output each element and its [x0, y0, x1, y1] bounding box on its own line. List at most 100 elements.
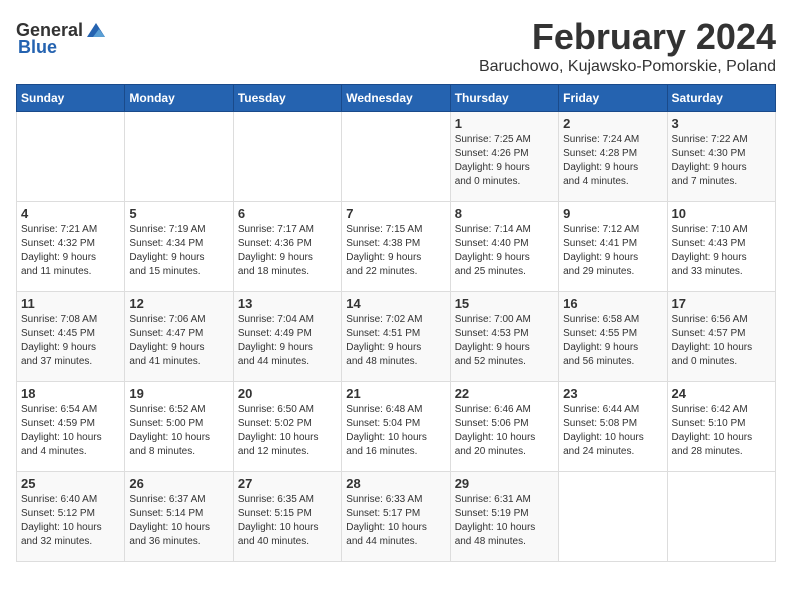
day-cell: 4Sunrise: 7:21 AMSunset: 4:32 PMDaylight… — [17, 202, 125, 292]
header-row: SundayMondayTuesdayWednesdayThursdayFrid… — [17, 85, 776, 112]
day-number: 23 — [563, 386, 662, 401]
day-info: Sunrise: 6:44 AMSunset: 5:08 PMDaylight:… — [563, 403, 662, 459]
day-cell: 27 Sunrise: 6:35 AMSunset: 5:15 PMDayligh… — [233, 472, 341, 562]
day-info: Sunrise: 7:19 AMSunset: 4:34 PMDaylight:… — [129, 223, 228, 279]
day-info: Sunrise: 6:31 AMSunset: 5:19 PMDaylight:… — [455, 493, 554, 549]
day-number: 22 — [455, 386, 554, 401]
day-info: Sunrise: 7:02 AMSunset: 4:51 PMDaylight:… — [346, 313, 445, 369]
week-row-4: 25 Sunrise: 6:40 AMSunset: 5:12 PMDayligh… — [17, 472, 776, 562]
day-info: Sunrise: 7:06 AMSunset: 4:47 PMDaylight:… — [129, 313, 228, 369]
day-number: 9 — [563, 206, 662, 221]
day-number: 12 — [129, 296, 228, 311]
week-row-1: 4Sunrise: 7:21 AMSunset: 4:32 PMDaylight… — [17, 202, 776, 292]
header-cell-saturday: Saturday — [667, 85, 775, 112]
day-info: Sunrise: 7:22 AMSunset: 4:30 PMDaylight:… — [672, 133, 771, 189]
day-cell: 12 Sunrise: 7:06 AMSunset: 4:47 PMDayligh… — [125, 292, 233, 382]
day-number: 13 — [238, 296, 337, 311]
day-info: Sunrise: 7:14 AMSunset: 4:40 PMDaylight:… — [455, 223, 554, 279]
day-cell: 8 Sunrise: 7:14 AMSunset: 4:40 PMDaylight… — [450, 202, 558, 292]
day-info: Sunrise: 6:35 AMSunset: 5:15 PMDaylight:… — [238, 493, 337, 549]
day-info: Sunrise: 6:52 AMSunset: 5:00 PMDaylight:… — [129, 403, 228, 459]
day-number: 21 — [346, 386, 445, 401]
day-cell — [233, 112, 341, 202]
logo-icon — [85, 21, 107, 41]
header-cell-tuesday: Tuesday — [233, 85, 341, 112]
day-number: 17 — [672, 296, 771, 311]
day-number: 24 — [672, 386, 771, 401]
header-cell-friday: Friday — [559, 85, 667, 112]
header-cell-sunday: Sunday — [17, 85, 125, 112]
day-number: 8 — [455, 206, 554, 221]
day-info: Sunrise: 6:56 AMSunset: 4:57 PMDaylight:… — [672, 313, 771, 369]
day-number: 26 — [129, 476, 228, 491]
day-info: Sunrise: 7:08 AMSunset: 4:45 PMDaylight:… — [21, 313, 120, 369]
logo: General Blue — [16, 20, 107, 58]
day-cell — [17, 112, 125, 202]
day-number: 16 — [563, 296, 662, 311]
day-cell: 2Sunrise: 7:24 AMSunset: 4:28 PMDaylight… — [559, 112, 667, 202]
day-cell: 17 Sunrise: 6:56 AMSunset: 4:57 PMDayligh… — [667, 292, 775, 382]
location-subtitle: Baruchowo, Kujawsko-Pomorskie, Poland — [479, 58, 776, 76]
day-cell: 3 Sunrise: 7:22 AMSunset: 4:30 PMDaylight… — [667, 112, 775, 202]
day-number: 18 — [21, 386, 120, 401]
day-cell: 13 Sunrise: 7:04 AMSunset: 4:49 PMDayligh… — [233, 292, 341, 382]
day-number: 4 — [21, 206, 120, 221]
header-cell-thursday: Thursday — [450, 85, 558, 112]
day-info: Sunrise: 6:54 AMSunset: 4:59 PMDaylight:… — [21, 403, 120, 459]
day-info: Sunrise: 6:58 AMSunset: 4:55 PMDaylight:… — [563, 313, 662, 369]
day-info: Sunrise: 6:50 AMSunset: 5:02 PMDaylight:… — [238, 403, 337, 459]
day-cell: 6 Sunrise: 7:17 AMSunset: 4:36 PMDaylight… — [233, 202, 341, 292]
day-cell — [667, 472, 775, 562]
day-info: Sunrise: 7:25 AMSunset: 4:26 PMDaylight:… — [455, 133, 554, 189]
day-info: Sunrise: 6:48 AMSunset: 5:04 PMDaylight:… — [346, 403, 445, 459]
logo-blue-text: Blue — [18, 37, 57, 58]
day-cell: 1 Sunrise: 7:25 AMSunset: 4:26 PMDaylight… — [450, 112, 558, 202]
day-cell: 23 Sunrise: 6:44 AMSunset: 5:08 PMDayligh… — [559, 382, 667, 472]
day-number: 1 — [455, 116, 554, 131]
day-cell — [342, 112, 450, 202]
day-number: 19 — [129, 386, 228, 401]
day-cell: 21 Sunrise: 6:48 AMSunset: 5:04 PMDayligh… — [342, 382, 450, 472]
day-cell: 7Sunrise: 7:15 AMSunset: 4:38 PMDaylight… — [342, 202, 450, 292]
day-number: 27 — [238, 476, 337, 491]
day-cell: 26 Sunrise: 6:37 AMSunset: 5:14 PMDayligh… — [125, 472, 233, 562]
day-cell: 15Sunrise: 7:00 AMSunset: 4:53 PMDayligh… — [450, 292, 558, 382]
calendar-header: SundayMondayTuesdayWednesdayThursdayFrid… — [17, 85, 776, 112]
month-title: February 2024 — [479, 16, 776, 58]
week-row-2: 11Sunrise: 7:08 AMSunset: 4:45 PMDayligh… — [17, 292, 776, 382]
title-area: February 2024 Baruchowo, Kujawsko-Pomors… — [479, 16, 776, 76]
day-cell: 19 Sunrise: 6:52 AMSunset: 5:00 PMDayligh… — [125, 382, 233, 472]
day-cell: 25 Sunrise: 6:40 AMSunset: 5:12 PMDayligh… — [17, 472, 125, 562]
calendar-body: 1 Sunrise: 7:25 AMSunset: 4:26 PMDaylight… — [17, 112, 776, 562]
week-row-3: 18 Sunrise: 6:54 AMSunset: 4:59 PMDayligh… — [17, 382, 776, 472]
day-info: Sunrise: 7:17 AMSunset: 4:36 PMDaylight:… — [238, 223, 337, 279]
day-cell: 5Sunrise: 7:19 AMSunset: 4:34 PMDaylight… — [125, 202, 233, 292]
day-cell: 10 Sunrise: 7:10 AMSunset: 4:43 PMDayligh… — [667, 202, 775, 292]
day-number: 28 — [346, 476, 445, 491]
day-number: 20 — [238, 386, 337, 401]
day-info: Sunrise: 7:10 AMSunset: 4:43 PMDaylight:… — [672, 223, 771, 279]
header-cell-wednesday: Wednesday — [342, 85, 450, 112]
day-cell — [125, 112, 233, 202]
day-info: Sunrise: 6:40 AMSunset: 5:12 PMDaylight:… — [21, 493, 120, 549]
header: General Blue February 2024 Baruchowo, Ku… — [16, 16, 776, 76]
day-number: 3 — [672, 116, 771, 131]
day-info: Sunrise: 6:46 AMSunset: 5:06 PMDaylight:… — [455, 403, 554, 459]
day-number: 15 — [455, 296, 554, 311]
day-number: 6 — [238, 206, 337, 221]
day-cell: 11Sunrise: 7:08 AMSunset: 4:45 PMDayligh… — [17, 292, 125, 382]
day-number: 10 — [672, 206, 771, 221]
day-number: 2 — [563, 116, 662, 131]
day-cell: 9Sunrise: 7:12 AMSunset: 4:41 PMDaylight… — [559, 202, 667, 292]
day-number: 25 — [21, 476, 120, 491]
day-cell: 28 Sunrise: 6:33 AMSunset: 5:17 PMDayligh… — [342, 472, 450, 562]
day-info: Sunrise: 6:37 AMSunset: 5:14 PMDaylight:… — [129, 493, 228, 549]
day-number: 7 — [346, 206, 445, 221]
day-cell: 18 Sunrise: 6:54 AMSunset: 4:59 PMDayligh… — [17, 382, 125, 472]
header-cell-monday: Monday — [125, 85, 233, 112]
day-cell — [559, 472, 667, 562]
day-info: Sunrise: 7:04 AMSunset: 4:49 PMDaylight:… — [238, 313, 337, 369]
day-info: Sunrise: 6:42 AMSunset: 5:10 PMDaylight:… — [672, 403, 771, 459]
day-info: Sunrise: 6:33 AMSunset: 5:17 PMDaylight:… — [346, 493, 445, 549]
day-number: 14 — [346, 296, 445, 311]
